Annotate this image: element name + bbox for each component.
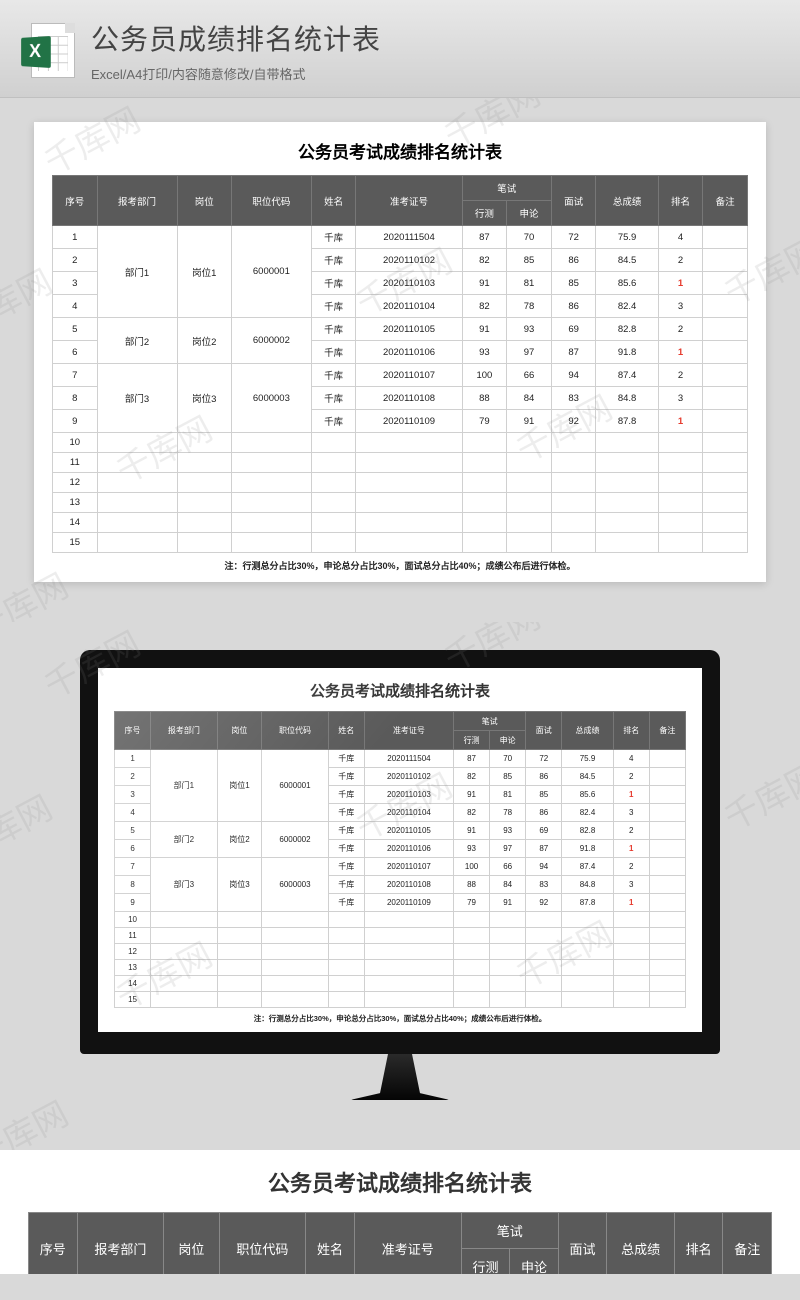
template-title: 公务员成绩排名统计表	[91, 18, 381, 58]
sheet-title: 公务员考试成绩排名统计表	[114, 680, 686, 701]
table-row: 5部门2岗位26000002千库202011010591936982.82	[53, 318, 748, 341]
table-row: 12	[53, 473, 748, 493]
table-row: 15	[115, 992, 686, 1008]
table-row: 7部门3岗位36000003千库2020110107100669487.42	[115, 858, 686, 876]
table-row: 11	[53, 453, 748, 473]
monitor-screen: 公务员考试成绩排名统计表 序号报考部门岗位职位代码姓名准考证号笔试面试总成绩排名…	[80, 650, 720, 1054]
preview-flat-area: 千库网千库网千库网千库网千库网千库网千库网千库网 公务员考试成绩排名统计表 序号…	[0, 98, 800, 622]
template-header: X 公务员成绩排名统计表 Excel/A4打印/内容随意修改/自带格式	[0, 0, 800, 98]
table-row: 13	[53, 493, 748, 513]
table-row: 13	[115, 960, 686, 976]
table-row: 11	[115, 928, 686, 944]
table-row: 15	[53, 533, 748, 553]
table-row: 10	[53, 433, 748, 453]
table-row: 14	[115, 976, 686, 992]
monitor-stand	[350, 1054, 450, 1100]
preview-monitor-area: 千库网千库网千库网千库网千库网千库网千库网千库网 公务员考试成绩排名统计表 序号…	[0, 622, 800, 1150]
sheet-note: 注：行测总分占比30%，申论总分占比30%，面试总分占比40%；成绩公布后进行体…	[114, 1008, 686, 1026]
table-row: 5部门2岗位26000002千库202011010591936982.82	[115, 822, 686, 840]
sheet-card: 公务员考试成绩排名统计表 序号报考部门岗位职位代码姓名准考证号笔试面试总成绩排名…	[34, 122, 766, 582]
excel-icon: X	[20, 23, 75, 78]
table-row: 1部门1岗位16000001千库202011150487707275.94	[53, 226, 748, 249]
score-table: 序号报考部门岗位职位代码姓名准考证号笔试面试总成绩排名备注行测申论1部门1岗位1…	[52, 175, 748, 553]
preview-cropped-area: 公务员考试成绩排名统计表 序号报考部门岗位职位代码姓名准考证号笔试面试总成绩排名…	[0, 1150, 800, 1274]
template-subtitle: Excel/A4打印/内容随意修改/自带格式	[91, 64, 381, 83]
table-row: 1部门1岗位16000001千库202011150487707275.94	[115, 750, 686, 768]
table-row: 10	[115, 912, 686, 928]
score-table: 序号报考部门岗位职位代码姓名准考证号笔试面试总成绩排名备注行测申论1部门1岗位1…	[28, 1212, 772, 1274]
score-table: 序号报考部门岗位职位代码姓名准考证号笔试面试总成绩排名备注行测申论1部门1岗位1…	[114, 711, 686, 1008]
table-row: 14	[53, 513, 748, 533]
monitor-mockup: 公务员考试成绩排名统计表 序号报考部门岗位职位代码姓名准考证号笔试面试总成绩排名…	[80, 650, 720, 1100]
sheet-note: 注：行测总分占比30%，申论总分占比30%，面试总分占比40%；成绩公布后进行体…	[52, 553, 748, 574]
sheet-title: 公务员考试成绩排名统计表	[52, 138, 748, 163]
table-row: 12	[115, 944, 686, 960]
sheet-title: 公务员考试成绩排名统计表	[28, 1166, 772, 1198]
table-row: 7部门3岗位36000003千库2020110107100669487.42	[53, 364, 748, 387]
